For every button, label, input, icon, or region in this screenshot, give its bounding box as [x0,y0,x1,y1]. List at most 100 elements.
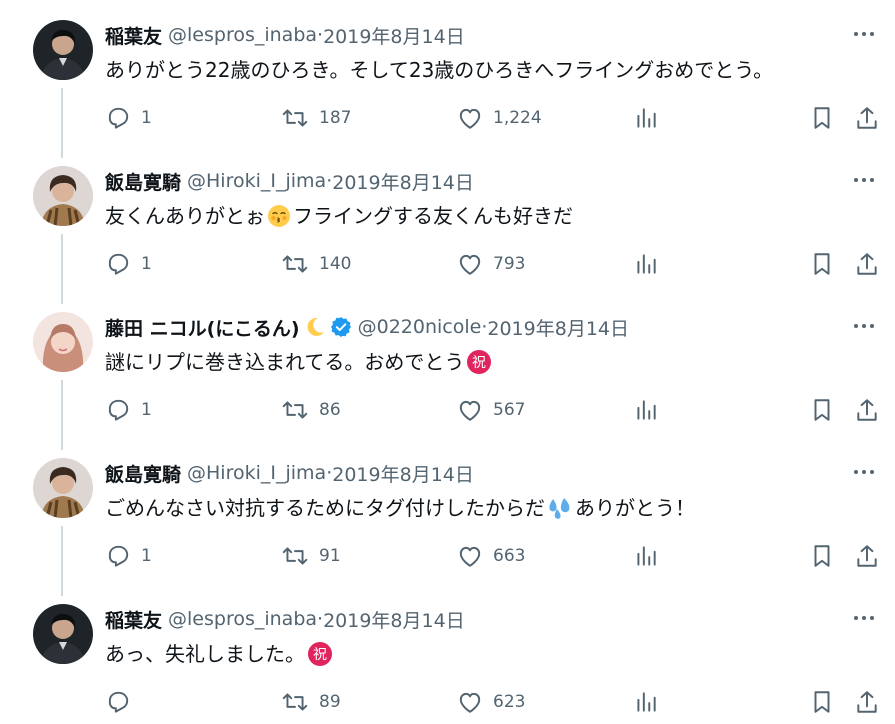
more-icon[interactable] [851,462,877,482]
like-button[interactable]: 663 [457,538,525,574]
retweet-button[interactable]: 140 [281,246,351,282]
retweet-icon [281,689,309,715]
tweet-text: ごめんなさい対抗するためにタグ付けしたからだ ありがとう！ [105,492,695,524]
like-button[interactable]: 623 [457,684,525,720]
tweet-text-before: 友くんありがとぉ [105,204,265,228]
tweet-date[interactable]: 2019年8月14日 [487,314,629,341]
bookmark-icon [810,105,834,131]
tweet-text: 謎にリプに巻き込まれてる。おめでとう 祝 [105,346,494,378]
verified-badge-icon[interactable] [330,316,352,338]
retweet-count: 140 [319,254,352,274]
share-button[interactable] [855,246,879,282]
retweet-count: 89 [319,692,341,712]
retweet-icon [281,251,309,277]
views-button[interactable] [633,100,659,136]
retweet-button[interactable]: 89 [281,684,341,720]
more-icon[interactable] [851,24,877,44]
display-name[interactable]: 稲葉友 [105,606,162,633]
heart-icon [457,398,483,422]
reply-button[interactable]: 1 [105,246,152,282]
avatar[interactable] [33,166,93,226]
reply-button[interactable] [105,684,131,720]
bookmark-button[interactable] [810,538,834,574]
avatar[interactable] [33,458,93,518]
views-button[interactable] [633,538,659,574]
bookmark-button[interactable] [810,684,834,720]
avatar[interactable] [33,604,93,664]
views-button[interactable] [633,246,659,282]
reply-button[interactable]: 1 [105,100,152,136]
reply-button[interactable]: 1 [105,392,152,428]
crescent-moon-icon [304,316,326,338]
user-handle[interactable]: @lespros_inaba [168,608,317,630]
share-button[interactable] [855,100,879,136]
retweet-button[interactable]: 187 [281,100,351,136]
tweet-date[interactable]: 2019年8月14日 [323,22,465,49]
user-handle[interactable]: @Hiroki_I_jima [187,170,326,192]
retweet-button[interactable]: 91 [281,538,341,574]
avatar[interactable] [33,20,93,80]
tweet-text-after: フライングする友くんも好きだ [293,204,573,228]
bookmark-icon [810,397,834,423]
share-icon [855,251,879,277]
tweet[interactable]: 飯島寛騎 @Hiroki_I_jima · 2019年8月14日 友くんありがと… [0,146,895,304]
share-button[interactable] [855,538,879,574]
celebrate-emoji-icon: 祝 [307,641,333,667]
heart-icon [457,106,483,130]
user-handle[interactable]: @Hiroki_I_jima [187,462,326,484]
tweet-actions: 1 140 793 [0,246,895,282]
reply-thread: 稲葉友 @lespros_inaba · 2019年8月14日 ありがとう22歳… [0,0,895,724]
bookmark-button[interactable] [810,100,834,136]
user-handle[interactable]: @lespros_inaba [168,24,317,46]
tweet-date[interactable]: 2019年8月14日 [332,460,474,487]
more-icon[interactable] [851,170,877,190]
share-icon [855,543,879,569]
tweet[interactable]: 稲葉友 @lespros_inaba · 2019年8月14日 あっ、失礼しまし… [0,584,895,724]
user-handle[interactable]: @0220nicole [358,316,482,338]
tweet-text-before: ごめんなさい対抗するためにタグ付けしたからだ [105,496,545,520]
retweet-icon [281,543,309,569]
display-name[interactable]: 飯島寛騎 [105,460,181,487]
tweet-date[interactable]: 2019年8月14日 [323,606,465,633]
reply-button[interactable]: 1 [105,538,152,574]
reply-icon [105,543,131,569]
reply-icon [105,251,131,277]
more-icon[interactable] [851,608,877,628]
tweet-text: あっ、失礼しました。 祝 [105,638,335,670]
share-button[interactable] [855,392,879,428]
bookmark-icon [810,543,834,569]
reply-count: 1 [141,108,152,128]
views-icon [633,105,659,131]
display-name[interactable]: 藤田 ニコル(にこるん) [105,314,300,341]
like-count: 567 [493,400,526,420]
avatar[interactable] [33,312,93,372]
like-button[interactable]: 567 [457,392,525,428]
views-button[interactable] [633,392,659,428]
celebrate-emoji-icon: 祝 [466,349,492,375]
tweet[interactable]: 飯島寛騎 @Hiroki_I_jima · 2019年8月14日 ごめんなさい対… [0,438,895,596]
tweet[interactable]: 藤田 ニコル(にこるん) @0220nicole · 2019年8月14日 謎に… [0,292,895,450]
like-button[interactable]: 1,224 [457,100,542,136]
tweet[interactable]: 稲葉友 @lespros_inaba · 2019年8月14日 ありがとう22歳… [0,0,895,158]
display-name[interactable]: 稲葉友 [105,22,162,49]
sweat-droplets-emoji-icon [547,496,573,520]
retweet-button[interactable]: 86 [281,392,341,428]
bookmark-button[interactable] [810,246,834,282]
like-button[interactable]: 793 [457,246,525,282]
bookmark-button[interactable] [810,392,834,428]
share-button[interactable] [855,684,879,720]
share-icon [855,105,879,131]
views-button[interactable] [633,684,659,720]
views-icon [633,251,659,277]
reply-count: 1 [141,546,152,566]
celebrate-glyph: 祝 [472,355,486,371]
retweet-icon [281,397,309,423]
more-icon[interactable] [851,316,877,336]
display-name[interactable]: 飯島寛騎 [105,168,181,195]
tweet-text-content: あっ、失礼しました。 [105,642,305,666]
celebrate-glyph: 祝 [313,647,327,663]
tweet-text-content: ありがとう22歳のひろき。そして23歳のひろきへフライングおめでとう。 [105,58,774,82]
heart-icon [457,252,483,276]
views-icon [633,689,659,715]
tweet-date[interactable]: 2019年8月14日 [332,168,474,195]
